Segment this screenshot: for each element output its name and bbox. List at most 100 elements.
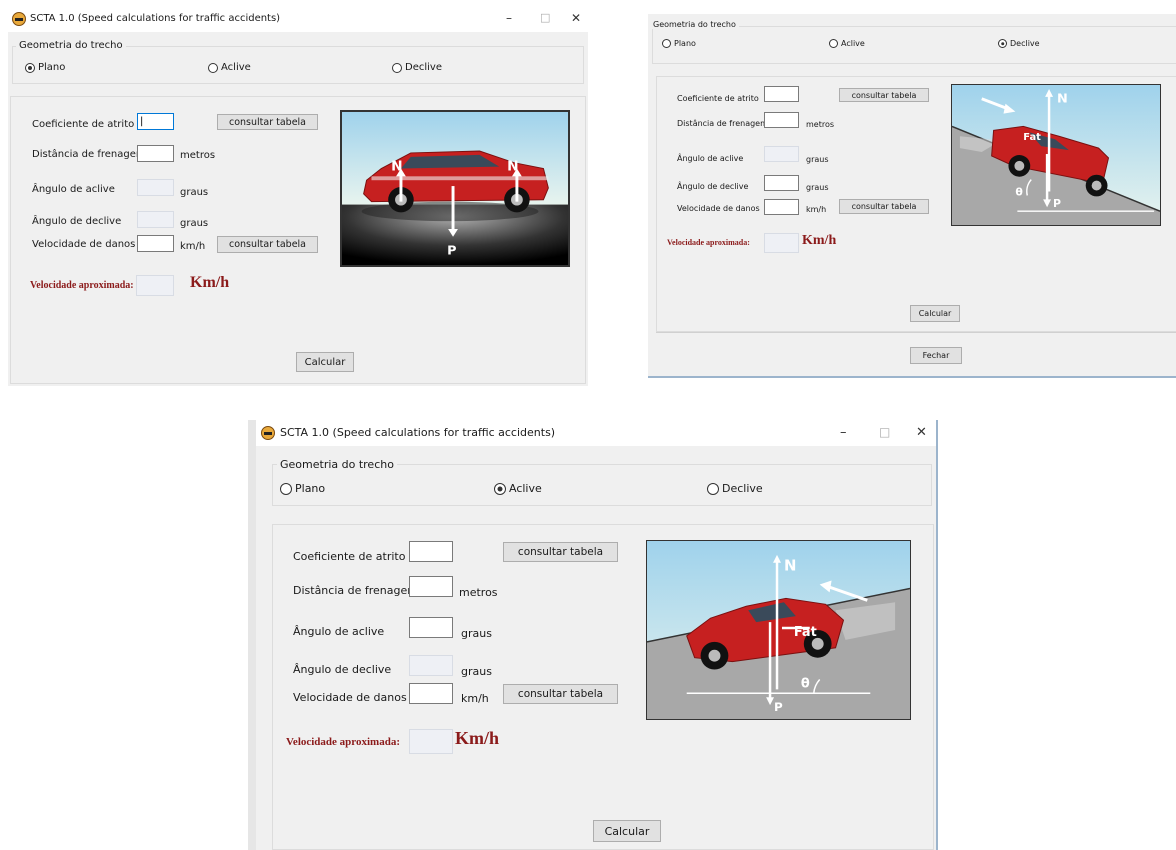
- aclive-input: [764, 146, 799, 162]
- graus-unit: graus: [180, 218, 209, 229]
- radio-aclive[interactable]: Aclive: [208, 62, 251, 73]
- declive-input[interactable]: [764, 175, 799, 191]
- window-border-line: [936, 420, 938, 850]
- veloc-label: Velocidade de danos: [677, 204, 760, 213]
- geometry-group-label: Geometria do trecho: [650, 20, 739, 29]
- window-aclive: SCTA 1.0 (Speed calculations for traffic…: [256, 420, 936, 850]
- aclive-label: Ângulo de aclive: [32, 184, 115, 195]
- consultar-tabela-veloc-button[interactable]: consultar tabela: [839, 199, 929, 214]
- weight-force-label: P: [447, 242, 456, 257]
- coef-label: Coeficiente de atrito: [32, 119, 135, 130]
- flat-road-car-illustration: N N P: [340, 110, 570, 267]
- dist-input[interactable]: [409, 576, 453, 597]
- dist-input[interactable]: [764, 112, 799, 128]
- graus-unit: graus: [806, 155, 829, 164]
- radio-unchecked-icon: [280, 482, 292, 495]
- declive-input: [137, 211, 174, 228]
- radio-label: Aclive: [221, 62, 251, 73]
- normal-force-label: N: [784, 557, 796, 575]
- declive-label: Ângulo de declive: [677, 182, 749, 191]
- fechar-button[interactable]: Fechar: [910, 347, 962, 364]
- title-bar[interactable]: SCTA 1.0 (Speed calculations for traffic…: [8, 6, 588, 32]
- radio-label: Plano: [38, 62, 66, 73]
- radio-declive[interactable]: Declive: [998, 39, 1040, 48]
- consultar-tabela-veloc-button[interactable]: consultar tabela: [217, 236, 318, 253]
- weight-force-label: P: [1053, 197, 1061, 210]
- radio-plano[interactable]: Plano: [25, 62, 65, 73]
- aclive-input[interactable]: [409, 617, 453, 638]
- car-app-icon: [12, 12, 26, 26]
- dist-label: Distância de frenagem: [677, 119, 768, 128]
- geometry-group-label: Geometria do trecho: [16, 40, 126, 51]
- normal-force-label: N: [1057, 92, 1068, 107]
- radio-label: Aclive: [841, 39, 865, 48]
- graus-unit: graus: [806, 183, 829, 192]
- declive-label: Ângulo de declive: [32, 216, 122, 227]
- consultar-tabela-coef-button[interactable]: consultar tabela: [503, 542, 618, 562]
- result-output: [764, 233, 799, 253]
- result-label: Velocidade aproximada:: [286, 736, 400, 748]
- window-plano: SCTA 1.0 (Speed calculations for traffic…: [8, 6, 588, 386]
- result-output: [409, 729, 453, 754]
- kmh-unit: km/h: [180, 241, 206, 252]
- calcular-button[interactable]: Calcular: [910, 305, 960, 322]
- coef-input[interactable]: [764, 86, 799, 102]
- dist-label: Distância de frenagem: [32, 149, 146, 160]
- maximize-icon[interactable]: □: [879, 425, 890, 439]
- window-title: SCTA 1.0 (Speed calculations for traffic…: [280, 426, 556, 439]
- close-icon[interactable]: ✕: [571, 11, 581, 25]
- radio-unchecked-icon: [208, 62, 218, 73]
- radio-plano[interactable]: Plano: [662, 39, 696, 48]
- maximize-icon[interactable]: □: [540, 11, 550, 24]
- friction-force-label: Fat: [1023, 132, 1041, 143]
- theta-angle-label: θ: [1015, 185, 1022, 198]
- radio-label: Declive: [722, 482, 763, 495]
- radio-declive[interactable]: Declive: [392, 62, 442, 73]
- radio-unchecked-icon: [392, 62, 402, 73]
- dist-label: Distância de frenagem: [293, 584, 418, 597]
- minimize-icon[interactable]: –: [840, 425, 847, 440]
- calcular-button[interactable]: Calcular: [296, 352, 354, 372]
- radio-checked-icon: [494, 482, 506, 495]
- title-bar[interactable]: SCTA 1.0 (Speed calculations for traffic…: [256, 420, 936, 446]
- kmh-result-unit: Km/h: [455, 728, 500, 748]
- window-border-line: [648, 376, 1176, 378]
- radio-aclive[interactable]: Aclive: [829, 39, 865, 48]
- declive-input: [409, 655, 453, 676]
- radio-unchecked-icon: [707, 482, 719, 495]
- normal-force-label: N: [507, 159, 519, 175]
- veloc-input[interactable]: [764, 199, 799, 215]
- minimize-icon[interactable]: –: [506, 11, 512, 25]
- consultar-tabela-coef-button[interactable]: consultar tabela: [217, 114, 318, 130]
- veloc-input[interactable]: [137, 235, 174, 252]
- graus-unit: graus: [461, 665, 492, 678]
- consultar-tabela-veloc-button[interactable]: consultar tabela: [503, 684, 618, 704]
- coef-input[interactable]: [409, 541, 453, 562]
- metros-unit: metros: [459, 586, 498, 599]
- result-label: Velocidade aproximada:: [667, 238, 750, 247]
- veloc-input[interactable]: [409, 683, 453, 704]
- radio-label: Aclive: [509, 482, 542, 495]
- friction-force-label: Fat: [794, 625, 817, 640]
- background-window-strip: [248, 420, 256, 850]
- graus-unit: graus: [180, 187, 209, 198]
- weight-force-label: P: [774, 700, 783, 714]
- coef-input[interactable]: [137, 113, 174, 130]
- window-title: SCTA 1.0 (Speed calculations for traffic…: [30, 13, 281, 24]
- radio-declive[interactable]: Declive: [707, 482, 763, 495]
- metros-unit: metros: [180, 150, 216, 161]
- radio-checked-icon: [998, 39, 1007, 48]
- result-label: Velocidade aproximada:: [30, 280, 134, 291]
- geometry-group: [12, 46, 584, 84]
- radio-unchecked-icon: [829, 39, 838, 48]
- dist-input[interactable]: [137, 145, 174, 162]
- aclive-label: Ângulo de aclive: [677, 154, 744, 163]
- consultar-tabela-coef-button[interactable]: consultar tabela: [839, 88, 929, 102]
- radio-aclive[interactable]: Aclive: [494, 482, 542, 495]
- radio-label: Declive: [1010, 39, 1040, 48]
- calcular-button[interactable]: Calcular: [593, 820, 661, 842]
- coef-label: Coeficiente de atrito: [677, 94, 759, 103]
- radio-plano[interactable]: Plano: [280, 482, 325, 495]
- declive-label: Ângulo de declive: [293, 663, 392, 676]
- close-icon[interactable]: ✕: [916, 425, 927, 440]
